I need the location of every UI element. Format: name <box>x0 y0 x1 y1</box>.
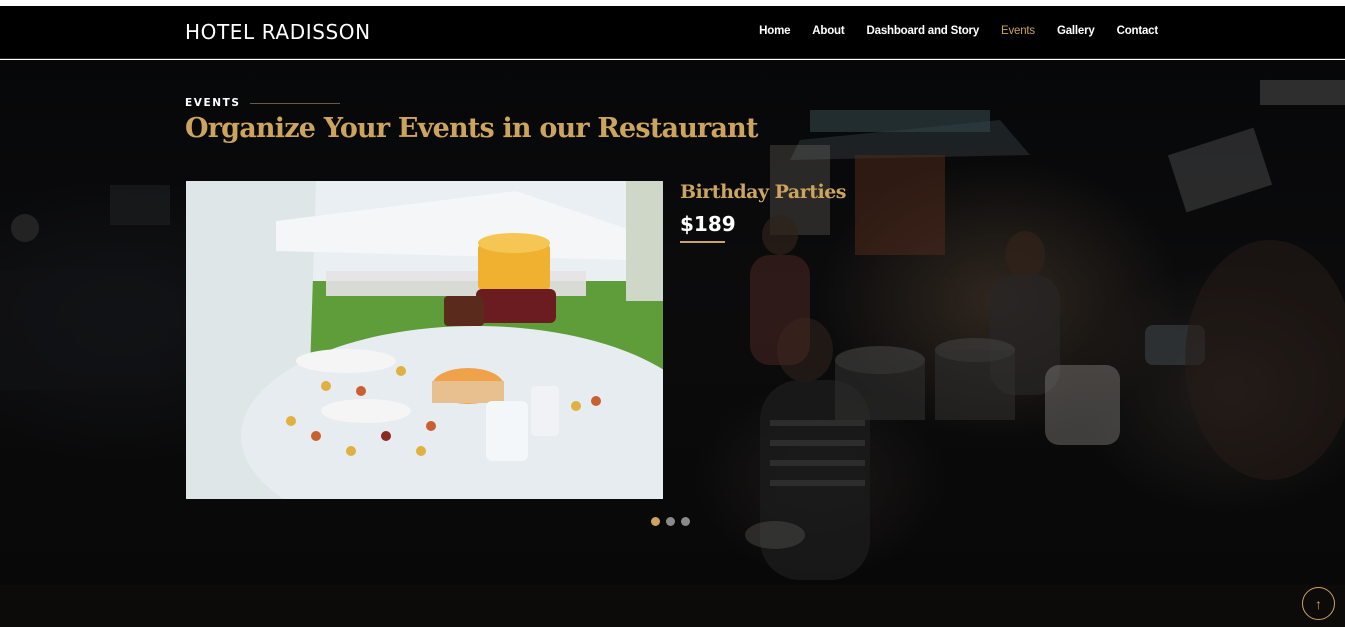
section-title: Organize Your Events in our Restaurant <box>185 113 758 144</box>
carousel-dot-2[interactable] <box>666 517 675 526</box>
event-price: $189 <box>680 212 736 236</box>
nav-home[interactable]: Home <box>759 25 790 37</box>
nav-about[interactable]: About <box>812 25 844 37</box>
nav-gallery[interactable]: Gallery <box>1057 25 1095 37</box>
birthday-cake-table-image <box>186 181 663 499</box>
nav-events[interactable]: Events <box>1001 25 1035 37</box>
nav-contact[interactable]: Contact <box>1117 25 1159 37</box>
carousel-dot-1[interactable] <box>651 517 660 526</box>
event-title: Birthday Parties <box>680 181 847 203</box>
section-tag: EVENTS <box>185 97 340 109</box>
footer <box>0 585 1345 627</box>
brand-logo[interactable]: HOTEL RADISSON <box>185 20 371 44</box>
main-nav: Home About Dashboard and Story Events Ga… <box>737 25 1158 37</box>
nav-dashboard-and-story[interactable]: Dashboard and Story <box>867 25 980 37</box>
arrow-up-icon: ↑ <box>1315 595 1322 612</box>
carousel-dot-3[interactable] <box>681 517 690 526</box>
event-image <box>186 181 663 499</box>
section-tag-label: EVENTS <box>185 97 241 109</box>
back-to-top-button[interactable]: ↑ <box>1302 587 1335 620</box>
section-tag-rule <box>249 102 340 104</box>
events-section: EVENTS Organize Your Events in our Resta… <box>0 60 1345 585</box>
navbar: HOTEL RADISSON Home About Dashboard and … <box>0 6 1345 59</box>
carousel-pagination <box>651 517 690 526</box>
price-underline <box>680 241 725 243</box>
